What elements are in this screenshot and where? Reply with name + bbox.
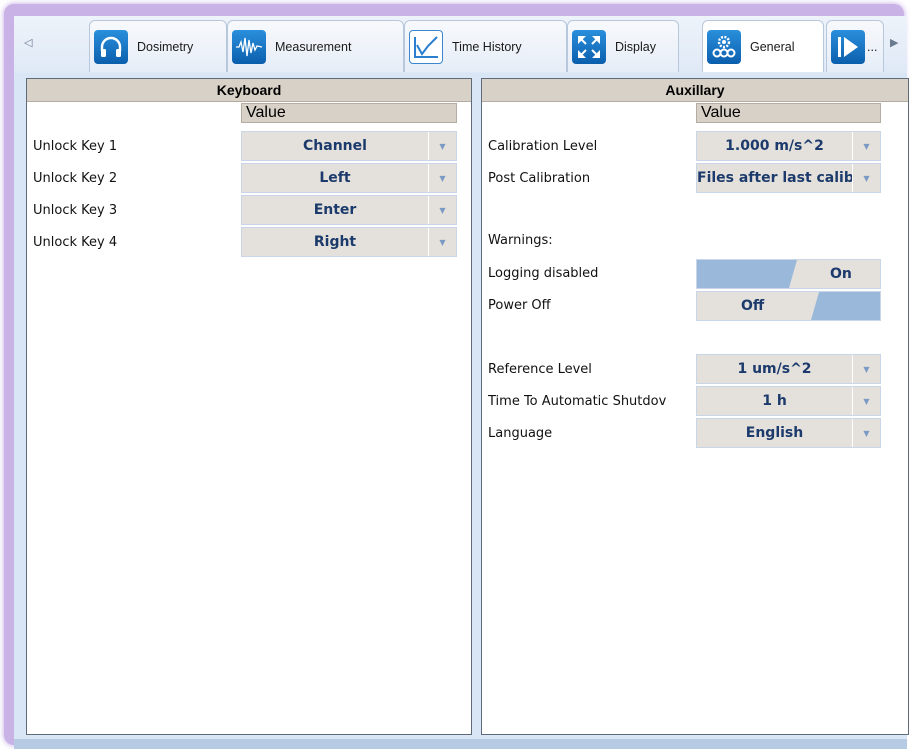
unlock-key-3-select[interactable]: Enter ▼ — [241, 195, 457, 225]
auxillary-panel: Auxillary Value Calibration Level 1.000 … — [481, 78, 909, 735]
toggle-track — [811, 292, 880, 320]
chevron-down-icon[interactable]: ▼ — [428, 132, 456, 160]
post-calibration-select[interactable]: Files after last calibra ▼ — [696, 163, 881, 193]
expand-arrows-icon — [572, 29, 606, 64]
logging-disabled-toggle[interactable]: On — [696, 259, 881, 289]
tab-time-history[interactable]: Time History — [404, 20, 567, 72]
line-graph-icon — [409, 29, 443, 64]
tab-label: Measurement — [275, 39, 352, 54]
chevron-down-icon[interactable]: ▼ — [852, 387, 880, 415]
toggle-value: On — [830, 266, 852, 282]
reference-level-select[interactable]: 1 um/s^2 ▼ — [696, 354, 881, 384]
row-label: Reference Level — [488, 362, 592, 377]
tab-dosimetry[interactable]: Dosimetry — [89, 20, 227, 72]
toggle-track — [697, 260, 797, 288]
row-label: Calibration Level — [488, 139, 598, 154]
warnings-label: Warnings: — [488, 233, 553, 248]
chevron-down-icon[interactable]: ▼ — [852, 419, 880, 447]
row-label: Post Calibration — [488, 171, 591, 186]
row-label: Logging disabled — [488, 266, 599, 281]
row-label: Unlock Key 1 — [33, 139, 118, 154]
row-label: Language — [488, 426, 553, 441]
scroll-right-icon[interactable]: ▶ — [890, 36, 898, 49]
value-column-header: Value — [696, 103, 881, 123]
select-value: 1.000 m/s^2 — [725, 138, 824, 154]
panel-title: Auxillary — [482, 79, 908, 102]
scroll-left-icon[interactable]: ◁ — [24, 36, 32, 49]
tab-label: Dosimetry — [137, 39, 194, 54]
chevron-down-icon[interactable]: ▼ — [852, 355, 880, 383]
select-value: Right — [313, 234, 357, 250]
tab-display[interactable]: Display — [567, 20, 679, 72]
unlock-key-1-select[interactable]: Channel ▼ — [241, 131, 457, 161]
value-column-header: Value — [241, 103, 457, 123]
select-value: Enter — [313, 202, 357, 218]
tab-label: Display — [615, 39, 656, 54]
gears-icon — [707, 29, 741, 64]
tab-strip: ◁ Dosimetry Measurement Time History Dis… — [14, 16, 907, 73]
tab-label: Time History — [452, 39, 522, 54]
select-value: 1 um/s^2 — [737, 361, 812, 377]
headphones-icon — [94, 29, 128, 64]
chevron-down-icon[interactable]: ▼ — [852, 164, 880, 192]
select-value: Files after last calibra — [697, 170, 852, 186]
chevron-down-icon[interactable]: ▼ — [428, 228, 456, 256]
tab-label: ... — [867, 39, 878, 54]
waveform-icon — [232, 29, 266, 64]
select-value: Channel — [303, 138, 367, 154]
select-value: 1 h — [762, 393, 787, 409]
row-label: Unlock Key 4 — [33, 235, 118, 250]
play-next-icon — [831, 29, 865, 64]
power-off-toggle[interactable]: Off — [696, 291, 881, 321]
auto-shutdown-select[interactable]: 1 h ▼ — [696, 386, 881, 416]
panel-title: Keyboard — [27, 79, 471, 102]
select-value: English — [745, 425, 804, 441]
tab-label: General — [750, 39, 795, 54]
row-label: Time To Automatic Shutdov — [488, 394, 667, 409]
status-strip — [14, 739, 907, 749]
unlock-key-2-select[interactable]: Left ▼ — [241, 163, 457, 193]
calibration-level-select[interactable]: 1.000 m/s^2 ▼ — [696, 131, 881, 161]
select-value: Left — [319, 170, 351, 186]
tab-more[interactable]: ... — [826, 20, 884, 72]
row-label: Unlock Key 2 — [33, 171, 118, 186]
toggle-value: Off — [741, 298, 765, 314]
keyboard-panel: Keyboard Value Unlock Key 1 Channel ▼ Un… — [26, 78, 472, 735]
row-label: Unlock Key 3 — [33, 203, 118, 218]
unlock-key-4-select[interactable]: Right ▼ — [241, 227, 457, 257]
tab-measurement[interactable]: Measurement — [227, 20, 404, 72]
language-select[interactable]: English ▼ — [696, 418, 881, 448]
tab-general[interactable]: General — [702, 20, 824, 72]
chevron-down-icon[interactable]: ▼ — [428, 164, 456, 192]
chevron-down-icon[interactable]: ▼ — [852, 132, 880, 160]
row-label: Power Off — [488, 298, 551, 313]
chevron-down-icon[interactable]: ▼ — [428, 196, 456, 224]
